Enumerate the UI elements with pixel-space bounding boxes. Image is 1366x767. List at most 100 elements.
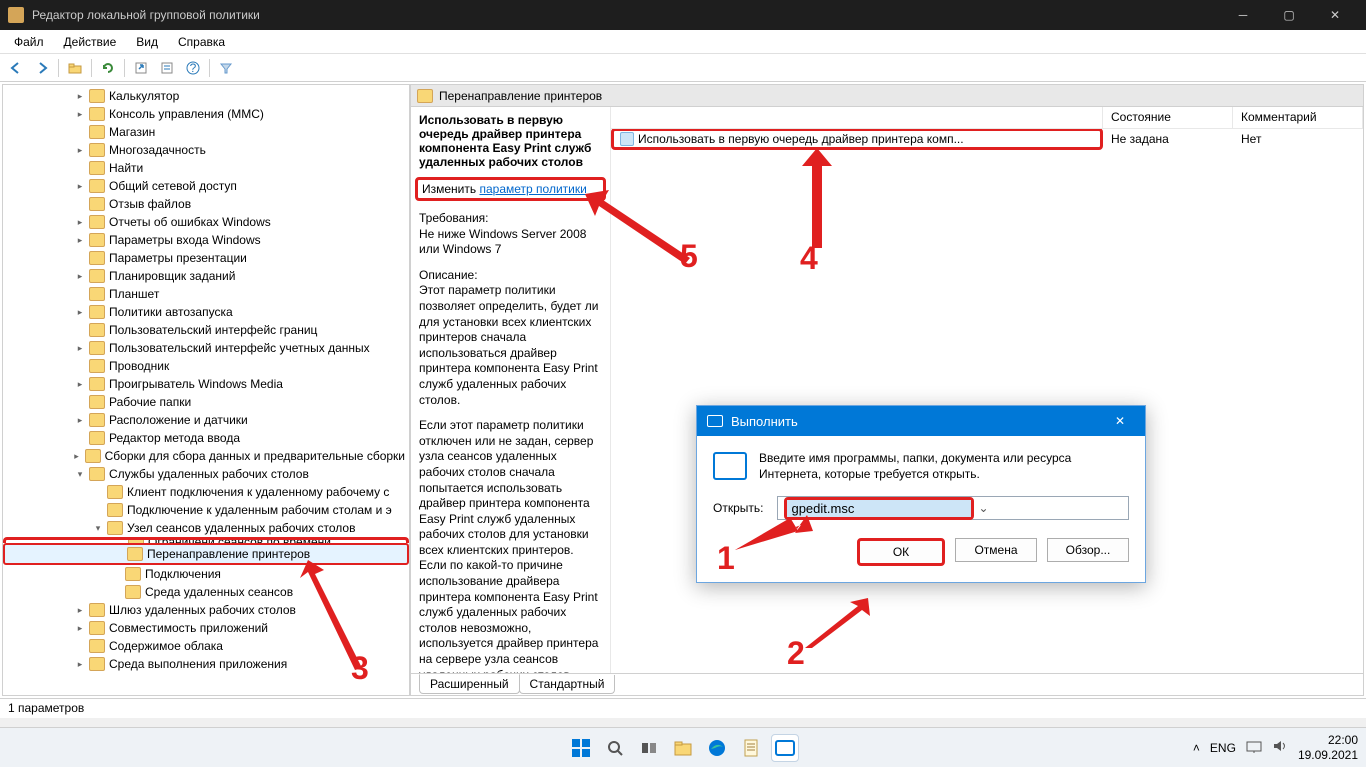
toolbar-properties-button[interactable] [155, 57, 179, 79]
chevron-down-icon[interactable]: ⌄ [978, 501, 988, 515]
toolbar-forward-button[interactable] [30, 57, 54, 79]
tree-expander-icon[interactable]: ▸ [73, 143, 87, 157]
tree-expander-icon[interactable] [73, 431, 87, 445]
tab-standard[interactable]: Стандартный [519, 675, 616, 694]
tree-expander-icon[interactable]: ▸ [73, 377, 87, 391]
edge-icon[interactable] [703, 734, 731, 762]
explorer-icon[interactable] [669, 734, 697, 762]
tree-item[interactable]: Параметры презентации [3, 249, 409, 267]
tree-expander-icon[interactable]: ▸ [73, 341, 87, 355]
tree-expander-icon[interactable]: ▸ [73, 603, 87, 617]
tree-item[interactable]: Редактор метода ввода [3, 429, 409, 447]
tree-item[interactable]: Подключения [3, 565, 409, 583]
tree-item[interactable]: Подключение к удаленным рабочим столам и… [3, 501, 409, 519]
tree-expander-icon[interactable] [73, 323, 87, 337]
tree-item[interactable]: Рабочие папки [3, 393, 409, 411]
tree-item[interactable]: ▸Отчеты об ошибках Windows [3, 213, 409, 231]
tree-expander-icon[interactable]: ▸ [73, 305, 87, 319]
task-view-icon[interactable] [635, 734, 663, 762]
toolbar-back-button[interactable] [4, 57, 28, 79]
tree-expander-icon[interactable] [73, 639, 87, 653]
tree-expander-icon[interactable]: ▸ [73, 657, 87, 671]
tree-item[interactable]: Отзыв файлов [3, 195, 409, 213]
tree-item[interactable]: Найти [3, 159, 409, 177]
tree-expander-icon[interactable] [91, 485, 105, 499]
tree-item[interactable]: ▾Службы удаленных рабочих столов [3, 465, 409, 483]
tree-item[interactable]: ▸Сборки для сбора данных и предварительн… [3, 447, 409, 465]
menu-action[interactable]: Действие [54, 31, 127, 53]
tray-network-icon[interactable] [1246, 739, 1262, 756]
tree-item[interactable]: ▸Совместимость приложений [3, 619, 409, 637]
list-row[interactable]: Использовать в первую очередь драйвер пр… [611, 129, 1363, 149]
toolbar-up-button[interactable] [63, 57, 87, 79]
toolbar-refresh-button[interactable] [96, 57, 120, 79]
tree-panel[interactable]: ▸Калькулятор▸Консоль управления (MMC)Маг… [2, 84, 410, 696]
start-button[interactable] [567, 734, 595, 762]
tree-expander-icon[interactable] [91, 503, 105, 517]
tray-clock[interactable]: 22:00 19.09.2021 [1298, 733, 1358, 762]
tree-item[interactable]: Планшет [3, 285, 409, 303]
tree-expander-icon[interactable] [109, 585, 123, 599]
tree-item[interactable]: Среда удаленных сеансов [3, 583, 409, 601]
tree-expander-icon[interactable] [112, 537, 126, 543]
tree-item[interactable]: ▸Планировщик заданий [3, 267, 409, 285]
column-header-comment[interactable]: Комментарий [1233, 107, 1363, 128]
column-header-state[interactable]: Состояние [1103, 107, 1233, 128]
tree-item[interactable]: ▸Среда выполнения приложения [3, 655, 409, 673]
tree-item[interactable]: ▸Расположение и датчики [3, 411, 409, 429]
tree-item[interactable]: ▸Шлюз удаленных рабочих столов [3, 601, 409, 619]
tree-item[interactable]: ▸Параметры входа Windows [3, 231, 409, 249]
maximize-button[interactable]: ▢ [1266, 0, 1312, 30]
tree-expander-icon[interactable]: ▸ [73, 107, 87, 121]
tray-volume-icon[interactable] [1272, 739, 1288, 756]
run-input[interactable] [787, 500, 971, 517]
tree-item[interactable]: ▾Узел сеансов удаленных рабочих столов [3, 519, 409, 537]
tree-item[interactable]: ▸Пользовательский интерфейс учетных данн… [3, 339, 409, 357]
menu-help[interactable]: Справка [168, 31, 235, 53]
tree-expander-icon[interactable]: ▸ [73, 179, 87, 193]
cancel-button[interactable]: Отмена [955, 538, 1037, 562]
tab-extended[interactable]: Расширенный [419, 674, 520, 694]
tree-item[interactable]: ▸Консоль управления (MMC) [3, 105, 409, 123]
toolbar-export-button[interactable] [129, 57, 153, 79]
tree-expander-icon[interactable]: ▸ [73, 215, 87, 229]
tree-expander-icon[interactable]: ▾ [73, 467, 87, 481]
policy-settings-link[interactable]: параметр политики [479, 182, 586, 196]
tree-item[interactable]: Перенаправление принтеров [3, 543, 409, 565]
toolbar-help-button[interactable]: ? [181, 57, 205, 79]
notepad-icon[interactable] [737, 734, 765, 762]
tree-item[interactable]: ▸Многозадачность [3, 141, 409, 159]
tray-lang[interactable]: ENG [1210, 741, 1236, 755]
close-button[interactable]: ✕ [1312, 0, 1358, 30]
column-header-state-spacer[interactable] [611, 107, 1103, 128]
tree-item[interactable]: Проводник [3, 357, 409, 375]
toolbar-filter-button[interactable] [214, 57, 238, 79]
tree-item[interactable]: Магазин [3, 123, 409, 141]
tree-expander-icon[interactable]: ▸ [73, 233, 87, 247]
tree-expander-icon[interactable] [73, 251, 87, 265]
tree-expander-icon[interactable] [111, 547, 125, 561]
tree-expander-icon[interactable]: ▸ [73, 413, 87, 427]
menu-view[interactable]: Вид [126, 31, 168, 53]
tray-chevron-icon[interactable]: ˄ [1193, 741, 1200, 755]
tree-item[interactable]: Содержимое облака [3, 637, 409, 655]
tree-expander-icon[interactable]: ▸ [73, 269, 87, 283]
tree-expander-icon[interactable] [73, 395, 87, 409]
tree-expander-icon[interactable]: ▸ [70, 449, 83, 463]
minimize-button[interactable]: ─ [1220, 0, 1266, 30]
tree-expander-icon[interactable]: ▾ [91, 521, 105, 535]
tree-expander-icon[interactable] [73, 197, 87, 211]
tree-expander-icon[interactable] [73, 359, 87, 373]
tree-item[interactable]: ▸Общий сетевой доступ [3, 177, 409, 195]
tree-expander-icon[interactable] [73, 161, 87, 175]
tree-expander-icon[interactable]: ▸ [73, 89, 87, 103]
tree-item[interactable]: ▸Калькулятор [3, 87, 409, 105]
search-icon[interactable] [601, 734, 629, 762]
tree-item[interactable]: ▸Проигрыватель Windows Media [3, 375, 409, 393]
tree-item[interactable]: Клиент подключения к удаленному рабочему… [3, 483, 409, 501]
tree-expander-icon[interactable] [73, 125, 87, 139]
run-close-button[interactable]: ✕ [1105, 414, 1135, 428]
tree-expander-icon[interactable]: ▸ [73, 621, 87, 635]
tree-expander-icon[interactable] [73, 287, 87, 301]
tree-item[interactable]: Пользовательский интерфейс границ [3, 321, 409, 339]
